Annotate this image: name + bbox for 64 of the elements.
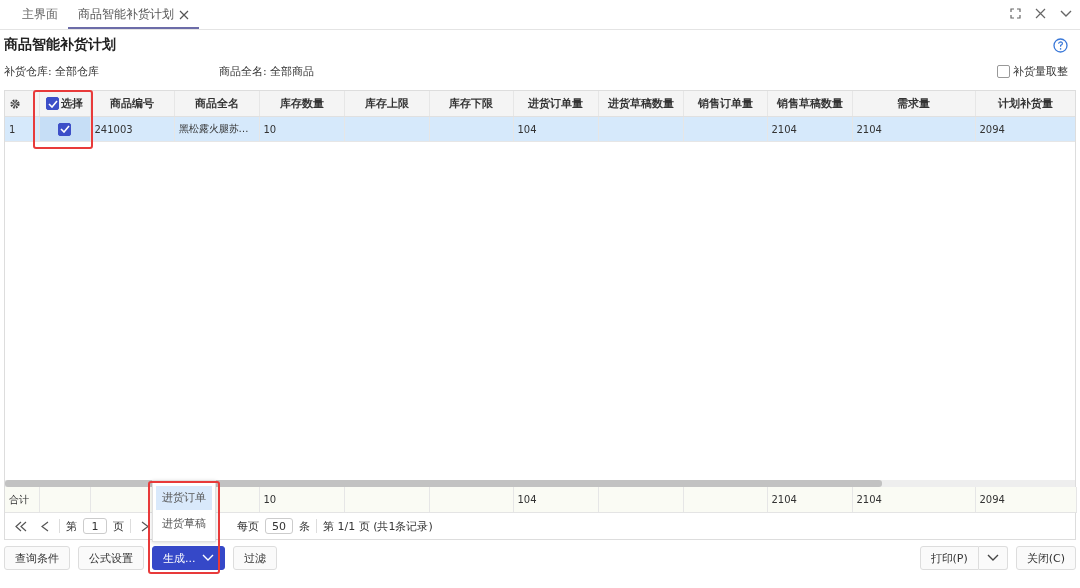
toolbar-button[interactable]: 公式设置: [78, 546, 144, 570]
previous-page-icon[interactable]: [41, 520, 49, 532]
pager-text: 每页: [237, 518, 259, 534]
pager-text: 页: [113, 518, 124, 534]
tab[interactable]: 商品智能补货计划: [68, 6, 199, 29]
tab[interactable]: 主界面: [12, 6, 68, 29]
close-button[interactable]: 关闭(C): [1015, 546, 1076, 570]
chevron-down-icon[interactable]: [986, 554, 999, 562]
next-page-icon[interactable]: [141, 520, 149, 532]
column-header: 商品全名: [194, 96, 239, 109]
settings-icon[interactable]: [9, 97, 21, 110]
table-cell: 2104: [856, 123, 882, 135]
row-checkbox[interactable]: [58, 122, 71, 136]
close-icon[interactable]: [1035, 8, 1046, 19]
column-header: 计划补货量: [998, 96, 1053, 109]
page-size-field[interactable]: 50: [265, 518, 293, 534]
menu-item[interactable]: 进货草稿: [156, 512, 212, 536]
horizontal-scrollbar[interactable]: [5, 480, 1075, 487]
chevron-down-icon[interactable]: [1060, 9, 1072, 18]
page-title: 商品智能补货计划: [4, 36, 116, 54]
total-cell: 104: [517, 494, 537, 505]
column-header: 库存数量: [279, 96, 324, 109]
filter-text: 补货仓库: 全部仓库: [4, 64, 101, 79]
pager-text: 条: [299, 518, 310, 534]
page-field[interactable]: 1: [83, 518, 107, 534]
column-header: 销售草稿数量: [776, 96, 843, 109]
scrollbar-thumb[interactable]: [5, 480, 883, 487]
first-page-icon[interactable]: [15, 520, 27, 532]
toolbar-button[interactable]: 过滤: [232, 546, 277, 570]
column-header: 进货订单量: [528, 96, 583, 109]
help-icon[interactable]: [1053, 37, 1068, 53]
table-cell: 黑松露火腿苏…: [178, 123, 249, 134]
total-cell: 10: [263, 494, 277, 505]
total-label: 合计: [9, 493, 29, 505]
total-cell: 2104: [856, 494, 882, 505]
total-cell: 2094: [979, 494, 1005, 505]
column-header: 商品编号: [110, 96, 154, 109]
column-header: 进货草稿数量: [607, 96, 674, 109]
table-cell: 10: [263, 123, 277, 135]
column-header: 库存上限: [364, 96, 409, 109]
column-header: 库存下限: [449, 96, 493, 109]
table-row[interactable]: 1 241003 黑松露火腿苏… 10 104 2104 2104 2094: [5, 116, 1075, 142]
table-cell: 2094: [979, 123, 1005, 135]
table-cell: 104: [517, 123, 537, 135]
checkbox[interactable]: [997, 65, 1010, 78]
column-header: 销售订单量: [697, 96, 753, 109]
pager-summary: 第 1/1 页 (共1条记录): [323, 518, 433, 534]
close-icon[interactable]: [179, 9, 189, 20]
table-cell: 241003: [94, 123, 133, 135]
total-cell: 2104: [771, 494, 797, 505]
column-header: 需求量: [897, 96, 930, 109]
pager-text: 第: [66, 518, 77, 534]
highlight-frame: [33, 90, 93, 149]
select-all-checkbox[interactable]: [46, 97, 59, 110]
toolbar-button[interactable]: 查询条件: [4, 546, 70, 570]
table-cell: 2104: [771, 123, 797, 135]
filter-text: 商品全名: 全部商品: [219, 64, 316, 79]
row-number: 1: [9, 123, 16, 135]
checkbox-label: 补货量取整: [1013, 64, 1068, 79]
generate-button[interactable]: 生成...: [152, 546, 225, 570]
fullscreen-icon[interactable]: [1010, 8, 1021, 19]
menu-item[interactable]: 进货订单: [156, 486, 212, 510]
print-button[interactable]: 打印(P): [919, 546, 979, 570]
column-header: 选择: [61, 96, 83, 111]
